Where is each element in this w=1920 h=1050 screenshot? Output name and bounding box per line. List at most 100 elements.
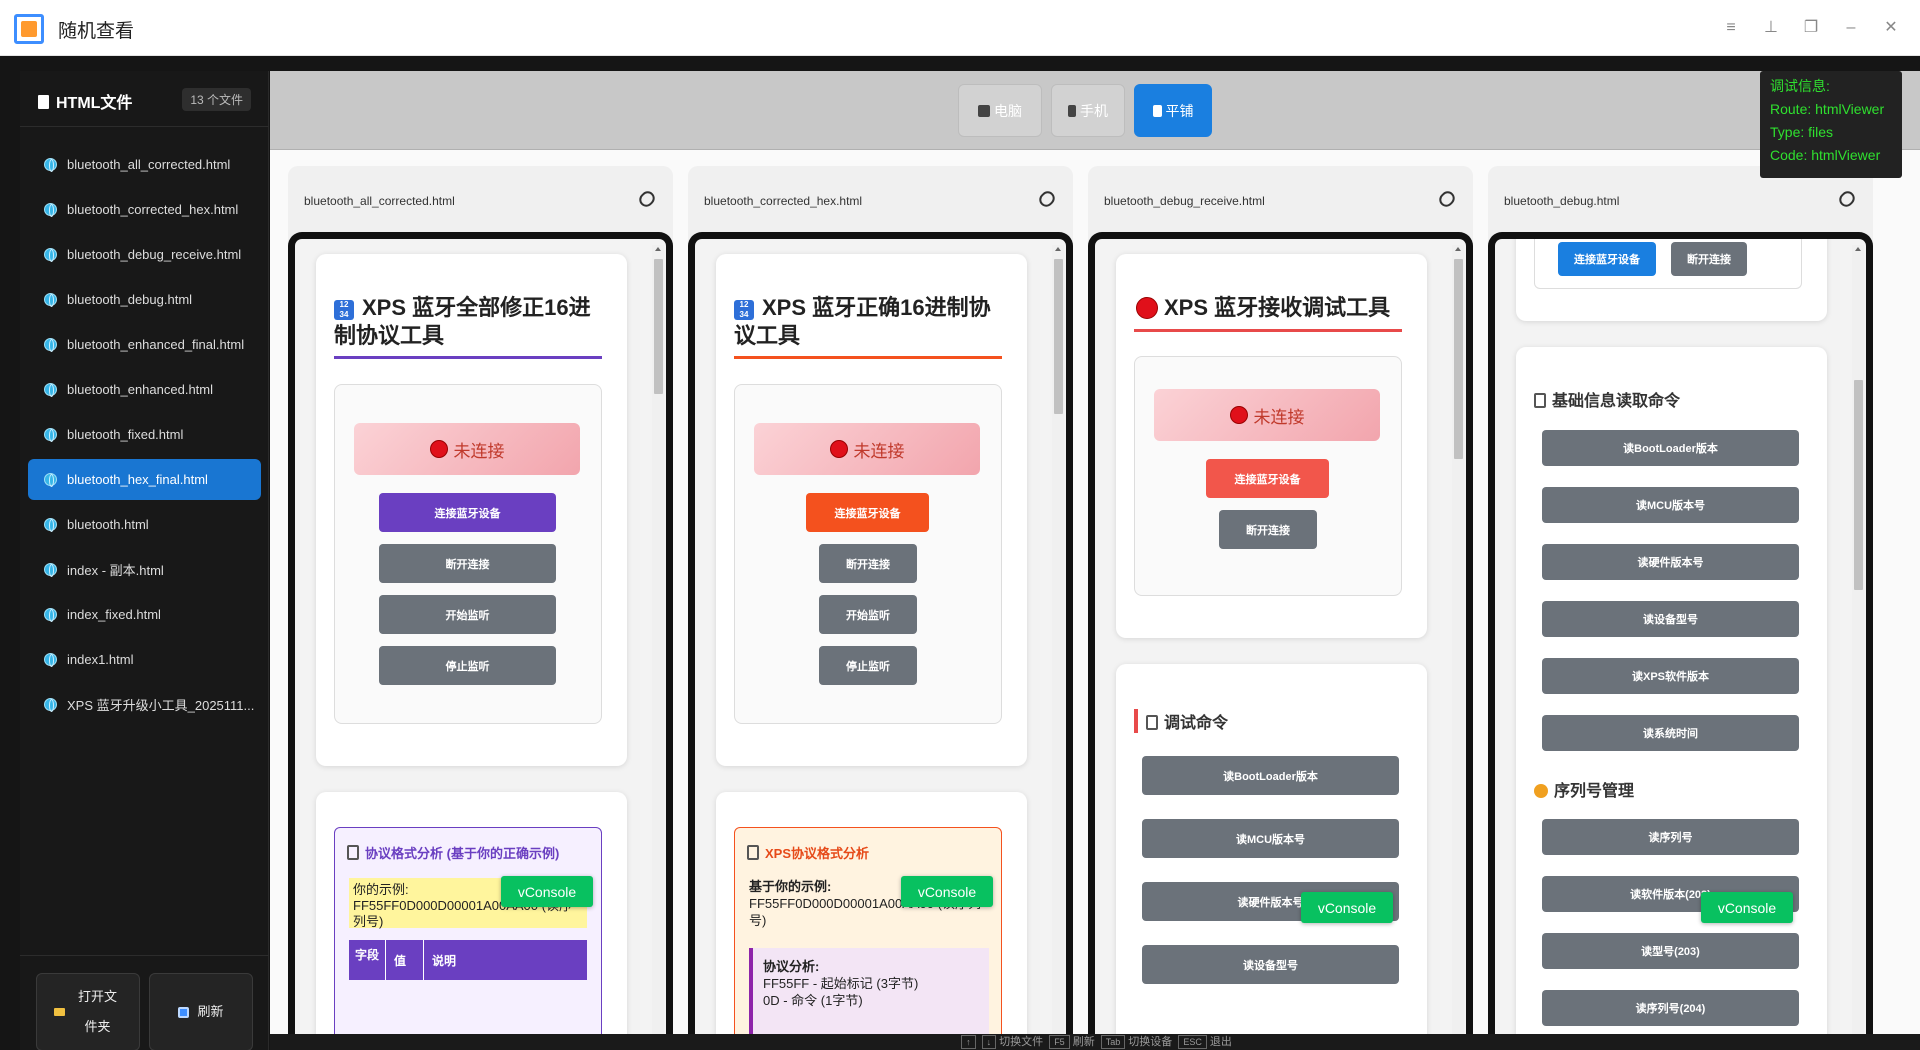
scrollbar[interactable] [1452,245,1464,1050]
file-item[interactable]: XPS 蓝牙升级小工具_2025111... [28,684,261,725]
table-header-cell: 说明 [423,940,464,980]
disconnect-button[interactable]: 断开连接 [1671,242,1747,276]
file-item[interactable]: index_fixed.html [28,594,261,635]
command-button[interactable]: 读硬件版本号 [1542,544,1799,580]
globe-icon [44,203,57,217]
command-button[interactable]: 读MCU版本号 [1142,819,1399,858]
mobile-mode-button[interactable]: 手机 [1051,84,1125,137]
connect-bluetooth-button[interactable]: 连接蓝牙设备 [806,493,929,532]
command-button[interactable]: 读序列号 [1542,819,1799,855]
shortcut-label: 刷新 [1072,1036,1095,1048]
scrollbar[interactable] [652,245,664,1050]
file-item[interactable]: bluetooth_fixed.html [28,414,261,455]
start-listen-label: 开始监听 [445,609,490,622]
scroll-up-icon[interactable] [1455,247,1461,251]
command-button[interactable]: 读设备型号 [1542,601,1799,637]
globe-icon [44,383,57,397]
key-hint: F5 [1049,1035,1070,1049]
scroll-up-icon[interactable] [655,247,661,251]
connect-bluetooth-button[interactable]: 连接蓝牙设备 [379,493,556,532]
file-item[interactable]: bluetooth.html [28,504,261,545]
link-icon[interactable] [636,188,658,210]
command-button[interactable]: 读设备型号 [1142,945,1399,984]
desktop-mode-button[interactable]: 电脑 [958,84,1042,137]
scroll-thumb[interactable] [654,259,663,394]
scroll-up-icon[interactable] [1055,247,1061,251]
scrollbar[interactable] [1852,245,1864,1050]
connection-box: 未连接 连接蓝牙设备 断开连接 开始监听 停止监听 [734,384,1002,724]
vconsole-button[interactable]: vConsole [501,876,593,907]
start-listen-label: 开始监听 [846,609,890,622]
file-item[interactable]: index1.html [28,639,261,680]
command-button[interactable]: 读序列号(204) [1542,990,1799,1026]
command-button[interactable]: 读BootLoader版本 [1142,756,1399,795]
command-label: 读MCU版本号 [1235,833,1306,846]
section-heading-text: 调试命令 [1164,715,1229,732]
shortcut-label: 切换设备 [1128,1036,1173,1048]
refresh-button[interactable]: 刷新 [149,973,253,1050]
refresh-icon [178,1006,190,1018]
vconsole-button[interactable]: vConsole [1701,892,1793,923]
file-item[interactable]: bluetooth_debug_receive.html [28,234,261,275]
command-button[interactable]: 读BootLoader版本 [1542,430,1799,466]
start-listen-button[interactable]: 开始监听 [379,595,556,634]
command-button[interactable]: 读XPS软件版本 [1542,658,1799,694]
scroll-up-icon[interactable] [1855,247,1861,251]
clipboard-icon [747,845,759,860]
pin-icon[interactable]: ⊥ [1759,16,1783,40]
globe-icon [44,248,57,262]
globe-icon [44,608,57,622]
file-item[interactable]: bluetooth_corrected_hex.html [28,189,261,230]
scroll-thumb[interactable] [1454,259,1463,459]
preview-card: bluetooth_debug_receive.html XPS 蓝牙接收调试工… [1088,166,1473,1050]
clipboard-icon [1534,393,1546,408]
scroll-thumb[interactable] [1854,380,1863,590]
table-header-cell: 值 [385,940,423,980]
stop-listen-button[interactable]: 停止监听 [379,646,556,685]
menu-icon[interactable]: ≡ [1719,16,1743,40]
file-item[interactable]: bluetooth_all_corrected.html [28,144,261,185]
tile-mode-button[interactable]: 平铺 [1134,84,1212,137]
connect-bluetooth-button[interactable]: 连接蓝牙设备 [1206,459,1329,498]
file-item[interactable]: bluetooth_enhanced_final.html [28,324,261,365]
open-folder-button[interactable]: 打开文件夹 [36,973,140,1050]
scroll-thumb[interactable] [1054,259,1063,414]
link-icon[interactable] [1436,188,1458,210]
disconnect-button[interactable]: 断开连接 [819,544,917,583]
protocol-heading: XPS协议格式分析 [747,843,869,862]
minimize-icon[interactable]: – [1839,16,1863,40]
connect-label: 连接蓝牙设备 [834,507,901,520]
file-item-label: index_fixed.html [67,607,161,622]
stop-listen-button[interactable]: 停止监听 [819,646,917,685]
file-item[interactable]: bluetooth_debug.html [28,279,261,320]
scrollbar[interactable] [1052,245,1064,1050]
file-item[interactable]: bluetooth_enhanced.html [28,369,261,410]
title-bar: 随机查看 ≡ ⊥ – ❐ ✕ [0,0,1920,56]
connection-status: 未连接 [354,423,580,475]
mobile-label: 手机 [1080,102,1108,119]
command-label: 读XPS软件版本 [1631,671,1709,683]
file-item-active[interactable]: bluetooth_hex_final.html [28,459,261,500]
link-icon[interactable] [1836,188,1858,210]
link-icon[interactable] [1036,188,1058,210]
globe-icon [44,158,57,172]
command-button[interactable]: 读MCU版本号 [1542,487,1799,523]
preview-card: bluetooth_debug.html 连接蓝牙设备 断开连接 基础信息读取命… [1488,166,1873,1050]
close-icon[interactable]: ✕ [1879,16,1903,40]
vconsole-button[interactable]: vConsole [1301,892,1393,923]
command-button[interactable]: 读系统时间 [1542,715,1799,751]
file-item[interactable]: index - 副本.html [28,549,261,590]
section-heading: 基础信息读取命令 [1534,387,1680,411]
vconsole-button[interactable]: vConsole [901,876,993,907]
key-icon [1534,784,1548,798]
command-label: 读BootLoader版本 [1623,443,1718,455]
key-hint: ESC [1178,1035,1207,1049]
globe-icon [44,293,57,307]
connect-bluetooth-button[interactable]: 连接蓝牙设备 [1558,242,1656,276]
restore-icon[interactable]: ❐ [1799,16,1823,40]
command-label: 读软件版本(202) [1630,889,1711,901]
disconnect-button[interactable]: 断开连接 [1219,510,1317,549]
disconnect-button[interactable]: 断开连接 [379,544,556,583]
start-listen-button[interactable]: 开始监听 [819,595,917,634]
command-button[interactable]: 读型号(203) [1542,933,1799,969]
